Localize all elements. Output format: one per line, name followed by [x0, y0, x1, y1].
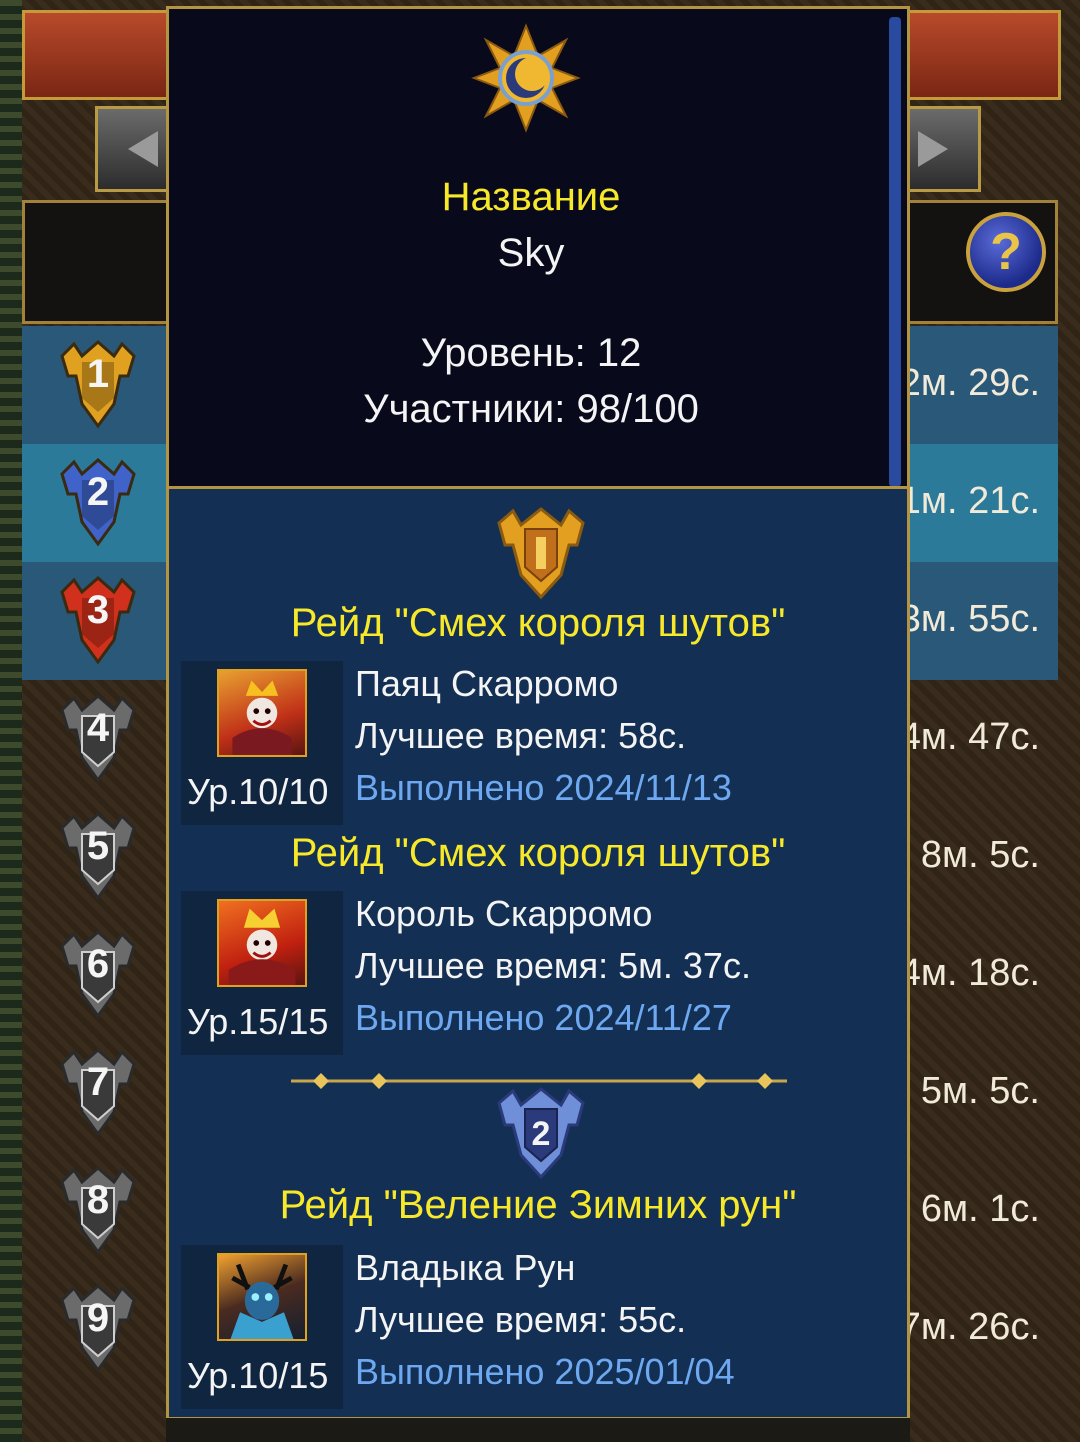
top-banner-right — [908, 10, 1061, 100]
boss-portrait-frame: Ур.15/15 — [181, 891, 343, 1055]
guild-name: Sky — [497, 231, 565, 275]
guild-emblem-icon — [471, 23, 581, 133]
best-time: Лучшее время: 55с. — [355, 1299, 687, 1340]
rank-number: 4 — [86, 706, 110, 750]
raid-record: Ур.15/15 Король Скарромо Лучшее время: 5… — [181, 891, 895, 1055]
top-banner-left — [22, 10, 171, 100]
rank-time: 2м. 29с. — [899, 362, 1040, 404]
raid-title: Рейд "Смех короля шутов" — [290, 601, 786, 645]
boss-portrait-icon — [217, 1253, 307, 1341]
rank-number: 8 — [86, 1178, 110, 1222]
rank-time: 4м. 18с. — [899, 952, 1040, 994]
rank-1-badge-icon — [497, 507, 585, 600]
rank-time: 3м. 55с. — [899, 598, 1040, 640]
rank-number: 7 — [86, 1060, 110, 1104]
rank-2-badge-icon: 2 — [497, 1087, 585, 1180]
rank-time: 6м. 1с. — [920, 1188, 1040, 1230]
rank-number: 5 — [86, 824, 110, 868]
svg-text:2: 2 — [532, 1115, 551, 1153]
raid-records-panel: Рейд "Смех короля шутов" Ур.10/10 Паяц С… — [166, 486, 910, 1420]
rank-badge: 8 — [22, 1152, 168, 1270]
boss-portrait-frame: Ур.10/15 — [181, 1245, 343, 1409]
arrow-right-icon — [918, 131, 948, 167]
raid-level: Ур.10/15 — [187, 1355, 329, 1396]
best-time: Лучшее время: 58с. — [355, 715, 687, 756]
boss-name: Паяц Скарромо — [355, 663, 619, 704]
rank-number: 2 — [86, 470, 110, 514]
raid-record: Ур.10/10 Паяц Скарромо Лучшее время: 58с… — [181, 661, 895, 825]
boss-portrait-icon — [217, 899, 307, 987]
rank-badge: 5 — [22, 798, 168, 916]
rank-number: 6 — [86, 942, 110, 986]
rank-badge: 7 — [22, 1034, 168, 1152]
rank-number: 3 — [86, 588, 110, 632]
rank-time: 4м. 47с. — [899, 716, 1040, 758]
rank-badge: 2 — [22, 444, 168, 562]
guild-level: Уровень: 12 — [420, 331, 642, 375]
question-icon[interactable]: ? — [966, 212, 1046, 292]
raid-level: Ур.15/15 — [187, 1001, 329, 1042]
boss-portrait-frame: Ур.10/10 — [181, 661, 343, 825]
guild-info-panel: Название Sky Уровень: 12 Участники: 98/1… — [166, 6, 910, 492]
rank-badge: 6 — [22, 916, 168, 1034]
rank-number: 1 — [86, 352, 110, 396]
rank-time: 8м. 5с. — [920, 834, 1040, 876]
rank-number: 9 — [86, 1296, 110, 1340]
raid-title: Рейд "Веление Зимних рун" — [279, 1183, 797, 1227]
raid-title: Рейд "Смех короля шутов" — [290, 831, 786, 875]
best-time: Лучшее время: 5м. 37с. — [355, 945, 751, 986]
rank-time: 7м. 26с. — [899, 1306, 1040, 1348]
boss-name: Владыка Рун — [355, 1247, 576, 1288]
rank-badge: 4 — [22, 680, 168, 798]
completion-date: Выполнено 2024/11/27 — [355, 997, 732, 1038]
boss-portrait-icon — [217, 669, 307, 757]
next-page-button[interactable] — [910, 106, 981, 192]
boss-name: Король Скарромо — [355, 893, 653, 934]
raid-level: Ур.10/10 — [187, 771, 329, 812]
previous-page-button[interactable] — [95, 106, 170, 192]
left-border-decoration — [0, 0, 22, 1442]
name-label: Название — [441, 175, 621, 219]
rank-badge: 3 — [22, 562, 168, 680]
raid-record: Ур.10/15 Владыка Рун Лучшее время: 55с. … — [181, 1245, 895, 1409]
rank-time: 5м. 5с. — [920, 1070, 1040, 1112]
arrow-left-icon — [128, 131, 158, 167]
bottom-ornament-strip — [166, 1418, 910, 1442]
completion-date: Выполнено 2024/11/13 — [355, 767, 732, 808]
rank-badge: 9 — [22, 1270, 168, 1388]
completion-date: Выполнено 2025/01/04 — [355, 1351, 735, 1392]
rank-time: 1м. 21с. — [899, 480, 1040, 522]
guild-members: Участники: 98/100 — [363, 387, 699, 431]
rank-badge: 1 — [22, 326, 168, 444]
